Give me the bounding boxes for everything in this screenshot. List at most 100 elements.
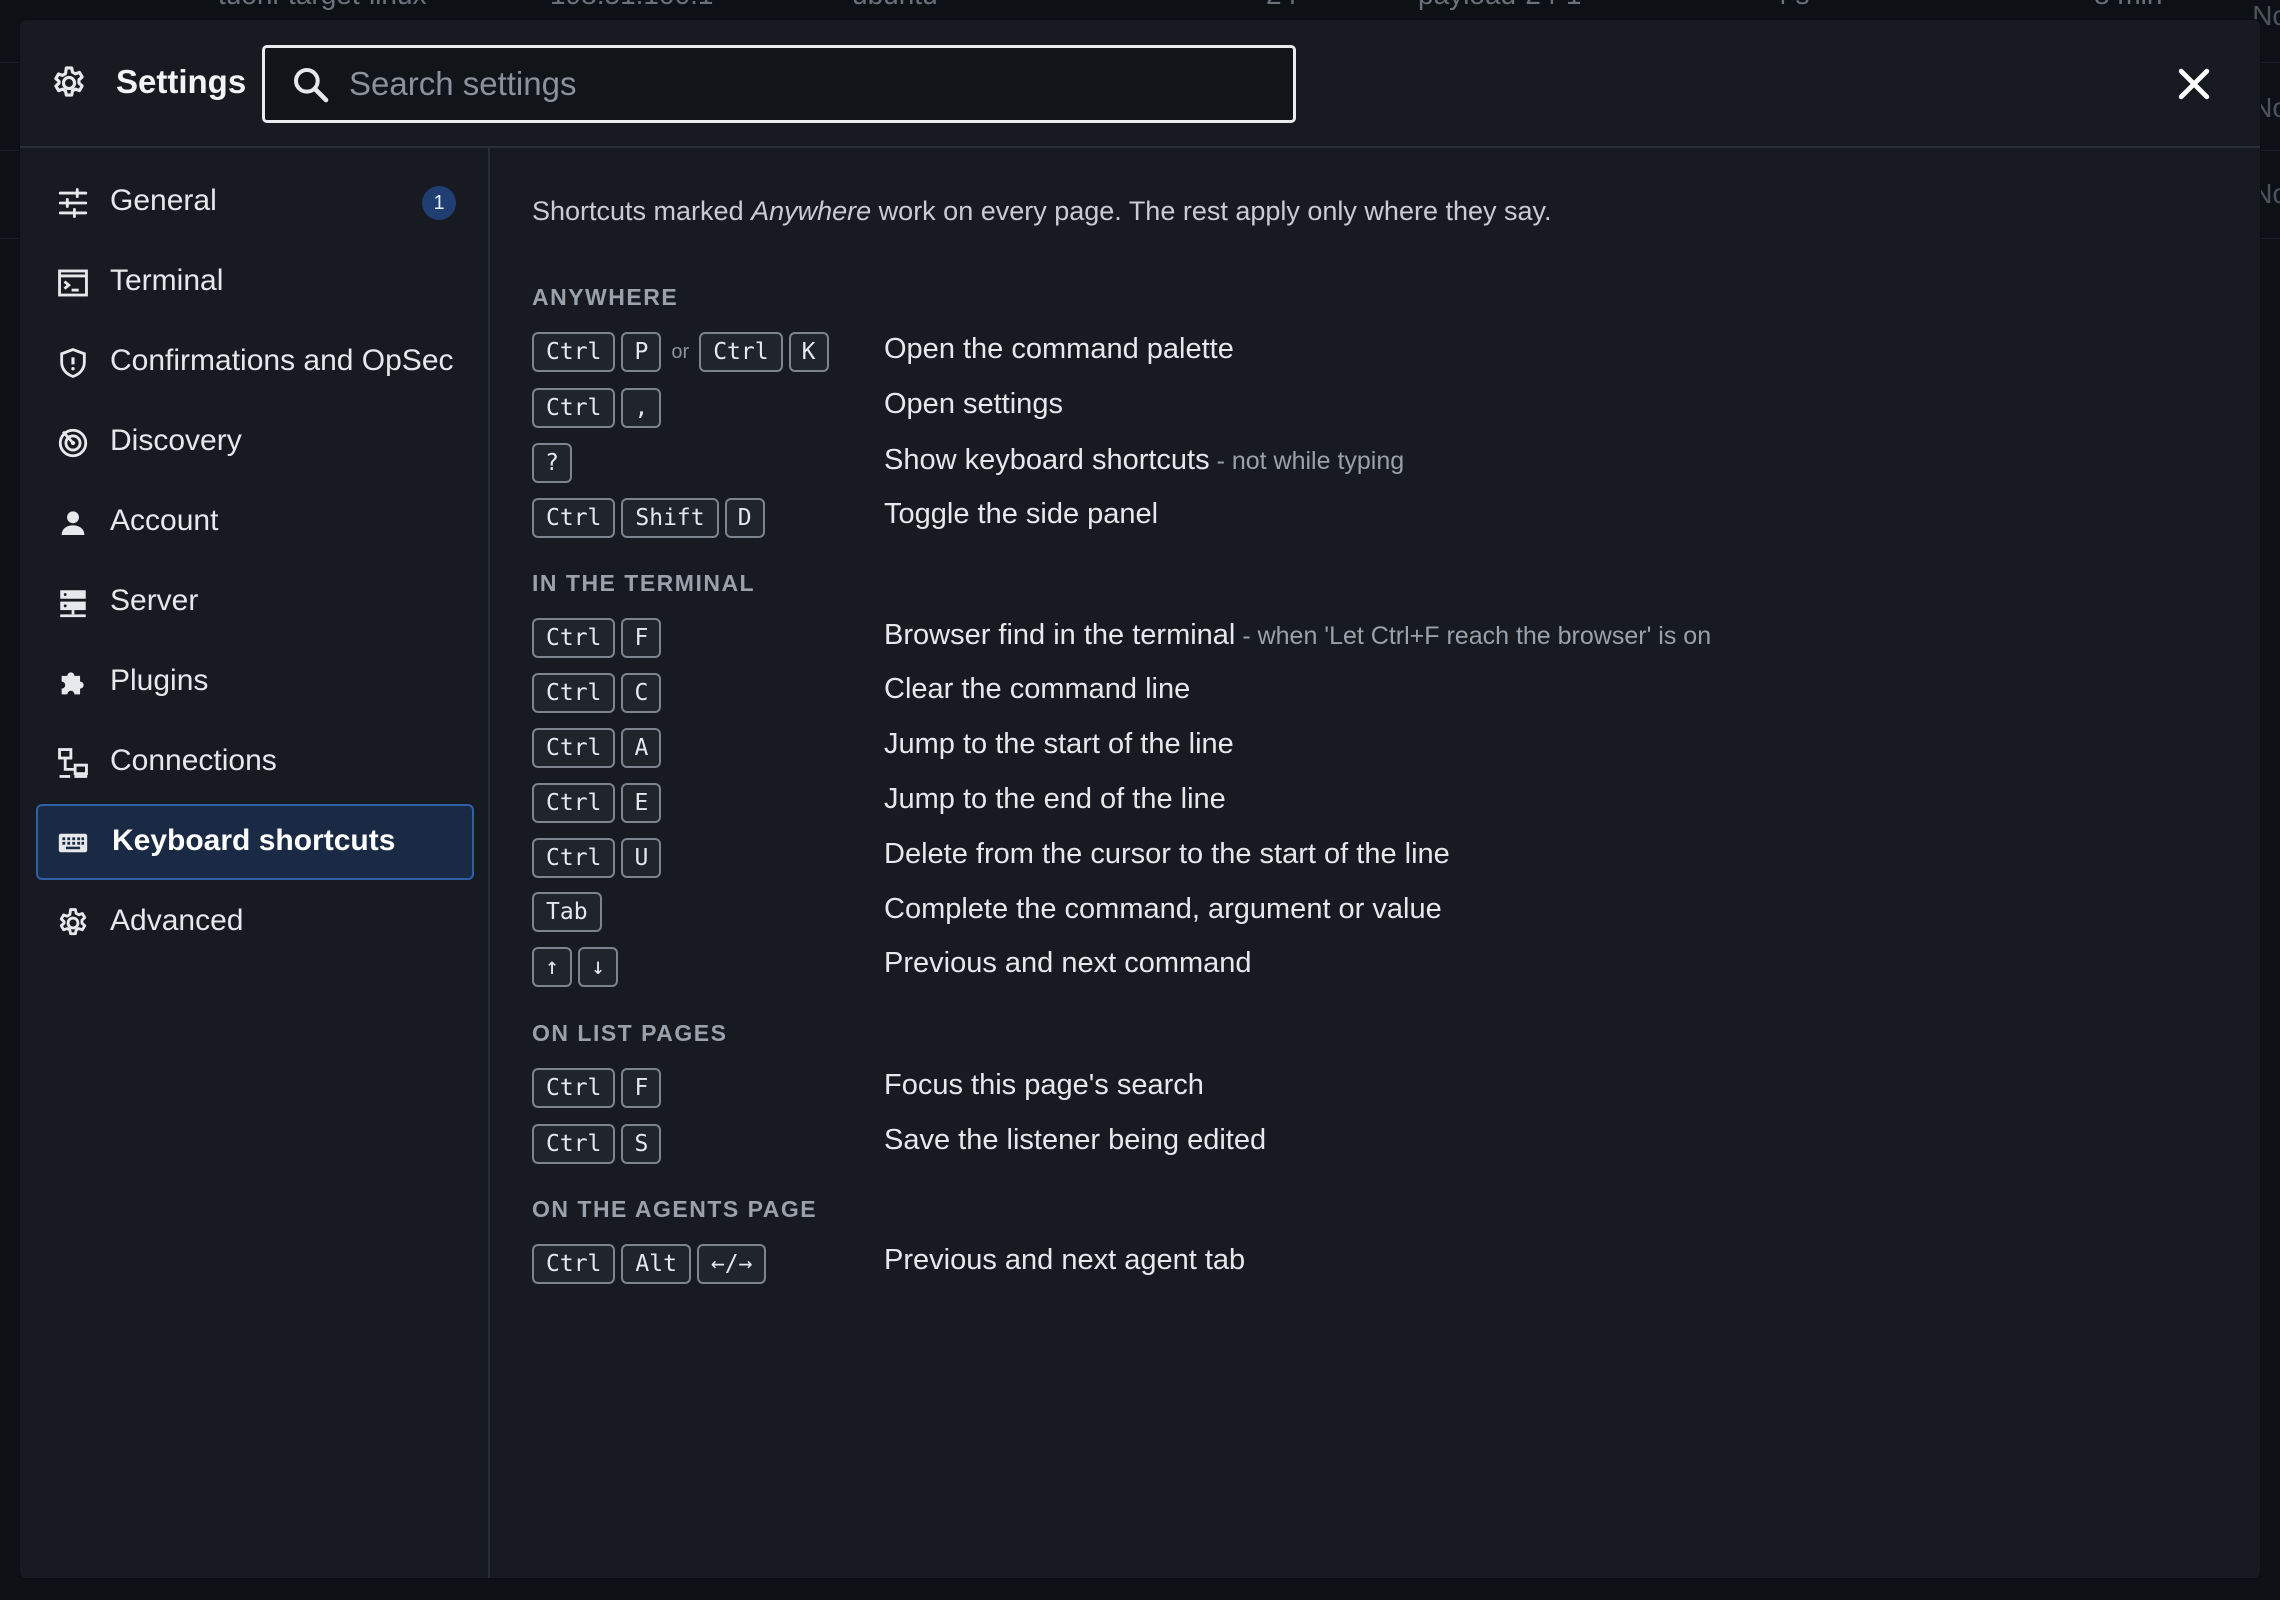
shortcut-keys: Ctrl , bbox=[532, 386, 662, 430]
sidebar-item-label: Discovery bbox=[110, 424, 242, 457]
radar-icon bbox=[58, 428, 88, 458]
sidebar-item-connections[interactable]: Connections bbox=[36, 724, 474, 800]
background-cell: 24 bbox=[1266, 0, 1297, 11]
shortcut-description: Show keyboard shortcuts - not while typi… bbox=[884, 444, 1404, 477]
server-icon bbox=[60, 590, 86, 618]
key: Ctrl bbox=[532, 388, 616, 428]
gear-icon bbox=[59, 908, 87, 936]
shortcut-description: Focus this page's search bbox=[884, 1069, 1204, 1102]
key: Ctrl bbox=[532, 1244, 616, 1284]
description-text: Clear the command line bbox=[884, 673, 1191, 705]
key: Shift bbox=[621, 498, 719, 538]
settings-sidebar: General 1 Terminal Confirmations and OpS… bbox=[20, 148, 490, 1578]
keyboard-icon bbox=[58, 833, 88, 853]
sidebar-item-label: Server bbox=[110, 584, 199, 617]
key: Ctrl bbox=[532, 332, 616, 372]
sidebar-item-general[interactable]: General 1 bbox=[36, 164, 474, 240]
sidebar-item-label: Keyboard shortcuts bbox=[112, 824, 396, 857]
sidebar-item-advanced[interactable]: Advanced bbox=[36, 884, 474, 960]
key: Ctrl bbox=[532, 783, 616, 823]
background-cell: ubuntu bbox=[852, 0, 938, 11]
notification-badge: 1 bbox=[422, 186, 456, 220]
shortcut-keys: ? bbox=[532, 441, 572, 485]
sidebar-item-label: Terminal bbox=[110, 264, 224, 297]
shortcut-description: Jump to the end of the line bbox=[884, 783, 1226, 816]
description-text: Delete from the cursor to the start of t… bbox=[884, 838, 1450, 870]
key: ↓ bbox=[578, 947, 618, 987]
sliders-icon bbox=[58, 188, 88, 218]
shortcut-description: Previous and next command bbox=[884, 947, 1252, 980]
shortcut-description: Jump to the start of the line bbox=[884, 728, 1234, 761]
intro-emphasis: Anywhere bbox=[751, 196, 872, 226]
shortcut-keys: Ctrl U bbox=[532, 836, 662, 880]
sidebar-item-confirmations[interactable]: Confirmations and OpSec bbox=[36, 324, 474, 400]
key: ? bbox=[532, 443, 572, 483]
section-title-terminal: IN THE TERMINAL bbox=[532, 570, 756, 596]
section-title-agents-page: ON THE AGENTS PAGE bbox=[532, 1196, 818, 1222]
shortcut-description: Delete from the cursor to the start of t… bbox=[884, 838, 1450, 871]
key: Ctrl bbox=[532, 728, 616, 768]
description-text: Show keyboard shortcuts bbox=[884, 444, 1210, 476]
key: Ctrl bbox=[532, 498, 616, 538]
background-cell: tuoni-target-linux bbox=[218, 0, 427, 11]
shield-icon bbox=[60, 348, 86, 378]
key: Ctrl bbox=[532, 1124, 616, 1164]
key: ←/→ bbox=[696, 1244, 767, 1284]
sidebar-item-label: General bbox=[110, 184, 217, 217]
background-cell: 198.51.100.1 bbox=[550, 0, 714, 11]
key: Alt bbox=[621, 1244, 691, 1284]
shortcut-description: Browser find in the terminal - when 'Let… bbox=[884, 619, 1711, 652]
gear-icon bbox=[54, 66, 84, 97]
sidebar-item-account[interactable]: Account bbox=[36, 484, 474, 560]
key: Ctrl bbox=[699, 332, 783, 372]
intro-text: work on every page. The rest apply only … bbox=[871, 196, 1552, 226]
description-text: Focus this page's search bbox=[884, 1069, 1204, 1101]
key: E bbox=[621, 783, 662, 823]
search-icon bbox=[294, 68, 329, 103]
section-title-list-pages: ON LIST PAGES bbox=[532, 1020, 728, 1046]
network-icon bbox=[58, 748, 88, 778]
dialog-header: Settings bbox=[20, 20, 2260, 148]
person-icon bbox=[61, 511, 85, 536]
close-icon[interactable] bbox=[2172, 62, 2216, 106]
shortcut-description: Open settings bbox=[884, 388, 1063, 421]
key: S bbox=[621, 1124, 662, 1164]
sidebar-item-plugins[interactable]: Plugins bbox=[36, 644, 474, 720]
search-box[interactable] bbox=[262, 45, 1296, 123]
shortcut-description: Toggle the side panel bbox=[884, 498, 1158, 531]
key: F bbox=[621, 1068, 662, 1108]
description-note: - when 'Let Ctrl+F reach the browser' is… bbox=[1235, 622, 1712, 650]
key: , bbox=[621, 388, 662, 428]
shortcut-keys: Ctrl P or Ctrl K bbox=[532, 330, 829, 374]
key: F bbox=[621, 618, 662, 658]
description-text: Jump to the start of the line bbox=[884, 728, 1234, 760]
sidebar-item-server[interactable]: Server bbox=[36, 564, 474, 640]
description-text: Previous and next agent tab bbox=[884, 1244, 1246, 1276]
or-separator: or bbox=[671, 340, 690, 363]
description-text: Open settings bbox=[884, 388, 1063, 420]
shortcut-description: Previous and next agent tab bbox=[884, 1244, 1245, 1277]
shortcut-keys: Ctrl A bbox=[532, 726, 662, 770]
shortcut-keys: Ctrl S bbox=[532, 1122, 662, 1166]
shortcut-description: Complete the command, argument or value bbox=[884, 893, 1442, 926]
sidebar-item-label: Confirmations and OpSec bbox=[110, 344, 454, 377]
sidebar-item-keyboard-shortcuts[interactable]: Keyboard shortcuts bbox=[36, 804, 474, 880]
section-title-anywhere: ANYWHERE bbox=[532, 284, 679, 310]
key: C bbox=[621, 673, 662, 713]
search-input[interactable] bbox=[347, 58, 1251, 110]
description-note: - not while typing bbox=[1209, 447, 1405, 475]
sidebar-item-label: Connections bbox=[110, 744, 277, 777]
description-text: Save the listener being edited bbox=[884, 1124, 1267, 1156]
sidebar-item-terminal[interactable]: Terminal bbox=[36, 244, 474, 320]
description-text: Previous and next command bbox=[884, 947, 1252, 979]
background-cell: 8 min bbox=[2094, 0, 2162, 11]
settings-dialog: Settings General 1 bbox=[20, 20, 2260, 1578]
description-text: Complete the command, argument or value bbox=[884, 893, 1442, 925]
key: Ctrl bbox=[532, 838, 616, 878]
sidebar-item-label: Advanced bbox=[110, 904, 244, 937]
description-text: Browser find in the terminal bbox=[884, 619, 1236, 651]
sidebar-item-discovery[interactable]: Discovery bbox=[36, 404, 474, 480]
shortcut-description: Open the command palette bbox=[884, 333, 1234, 366]
shortcut-keys: Ctrl E bbox=[532, 781, 662, 825]
key: D bbox=[724, 498, 765, 538]
